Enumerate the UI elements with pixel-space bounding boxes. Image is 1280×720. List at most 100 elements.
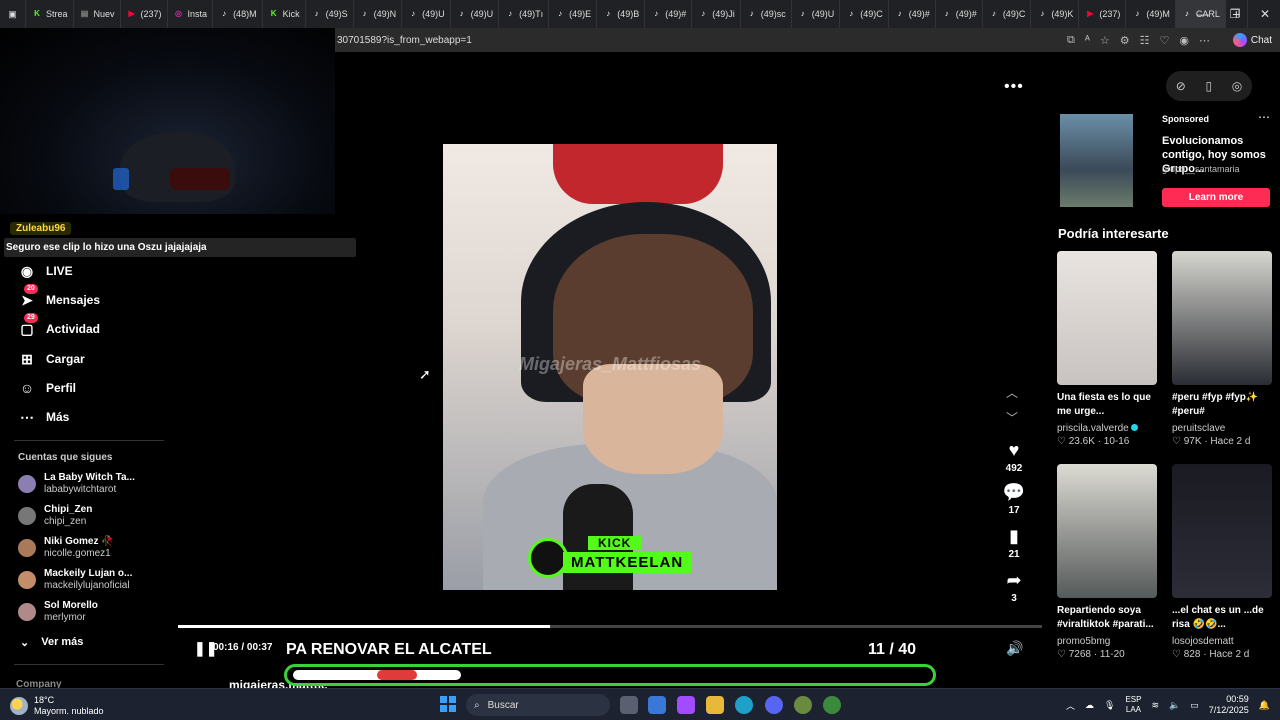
browser-tab[interactable]: ▶ (237) bbox=[121, 0, 168, 28]
compass-icon[interactable]: ⊘ bbox=[1176, 79, 1186, 93]
battery-icon[interactable]: ▭ bbox=[1190, 700, 1199, 711]
tab-actions-button[interactable]: ▣ bbox=[0, 0, 26, 28]
maximize-button[interactable]: ❐ bbox=[1218, 0, 1252, 28]
browser-tab[interactable]: ♪ (49)# bbox=[936, 0, 983, 28]
extensions-icon[interactable]: ⚙ bbox=[1120, 34, 1130, 47]
favorite-star-icon[interactable]: ☆ bbox=[1100, 34, 1110, 47]
user-avatar-icon[interactable]: ◎ bbox=[1232, 79, 1242, 93]
ad-handle[interactable]: grupo__santamaria bbox=[1162, 164, 1240, 174]
like-button[interactable]: ♥ 492 bbox=[1000, 440, 1028, 474]
app-icon[interactable] bbox=[794, 696, 812, 714]
browser-tab[interactable]: ♪ (49)U bbox=[402, 0, 451, 28]
browser-tab[interactable]: ♪ (49)U bbox=[451, 0, 500, 28]
file-explorer-icon[interactable] bbox=[706, 696, 724, 714]
notifications-icon[interactable]: 🔔 bbox=[1259, 700, 1270, 711]
learn-more-button[interactable]: Learn more bbox=[1162, 188, 1270, 207]
chrome-icon[interactable] bbox=[823, 696, 841, 714]
recommendation-title[interactable]: Una fiesta es lo que me urge... bbox=[1057, 391, 1161, 419]
following-item[interactable]: Niki Gomez 🥀 nicolle.gomez1 bbox=[18, 536, 114, 560]
recommendation-thumbnail[interactable] bbox=[1057, 464, 1157, 598]
sidebar-item-cargar[interactable]: ⊞ Cargar bbox=[18, 350, 85, 368]
browser-tab[interactable]: ♪ (48)M bbox=[213, 0, 263, 28]
recommendation-user[interactable]: priscila.valverde bbox=[1057, 423, 1138, 434]
browser-tab[interactable]: ◎ Insta bbox=[168, 0, 214, 28]
language-indicator[interactable]: ESP LAA bbox=[1125, 695, 1141, 715]
minimize-button[interactable]: — bbox=[1186, 0, 1220, 28]
browser-tab[interactable]: ▤ Nuev bbox=[74, 0, 121, 28]
show-hidden-icons-icon[interactable]: ︿ bbox=[1066, 699, 1075, 712]
video-frame[interactable]: Migajeras_Mattfiosas KICK MATTKEELAN bbox=[443, 144, 777, 590]
browser-tab[interactable]: ♪ (49)# bbox=[889, 0, 936, 28]
microphone-icon[interactable]: 🎙 bbox=[1104, 700, 1115, 711]
open-in-app-icon[interactable]: ⧉ bbox=[1067, 34, 1075, 47]
browser-tab[interactable]: ♪ (49)E bbox=[549, 0, 598, 28]
menu-dots-icon[interactable]: ⋯ bbox=[1199, 34, 1210, 47]
recommendation-user[interactable]: losojosdematt bbox=[1172, 636, 1234, 647]
browser-tab[interactable]: ♪ (49)N bbox=[354, 0, 403, 28]
see-more-button[interactable]: ⌄ Ver más bbox=[20, 636, 83, 649]
sidebar-item-mensajes[interactable]: ➤ 20 Mensajes bbox=[18, 284, 100, 309]
browser-tab[interactable]: ♪ (49)C bbox=[840, 0, 889, 28]
following-item[interactable]: Chipi_Zen chipi_zen bbox=[18, 504, 92, 528]
recommendation-thumbnail[interactable] bbox=[1057, 251, 1157, 385]
task-view-icon[interactable] bbox=[620, 696, 638, 714]
copilot-chat-button[interactable]: Chat bbox=[1232, 31, 1272, 49]
browser-tab[interactable]: ♪ (49)Tı bbox=[499, 0, 550, 28]
following-item[interactable]: La Baby Witch Ta... lababywitchtarot bbox=[18, 472, 135, 496]
comment-button[interactable]: 💬 17 bbox=[1000, 482, 1028, 516]
taskbar-clock[interactable]: 00:59 7/12/2025 bbox=[1209, 694, 1249, 716]
following-item[interactable]: Mackeily Lujan o... mackeilylujanoficial bbox=[18, 568, 132, 592]
ad-thumbnail[interactable] bbox=[1060, 114, 1133, 207]
save-button[interactable]: ▮ 21 bbox=[1000, 526, 1028, 560]
translate-icon[interactable]: ᴬ bbox=[1085, 34, 1090, 46]
browser-tab[interactable]: K Strea bbox=[26, 0, 74, 28]
start-button[interactable] bbox=[440, 696, 456, 712]
recommendation-title[interactable]: #peru #fyp #fyp✨ #peru# bbox=[1172, 391, 1276, 419]
sidebar-item-live[interactable]: ◉ LIVE bbox=[18, 262, 73, 280]
browser-tab[interactable]: ▶ (237) bbox=[1079, 0, 1127, 28]
browser-tab[interactable]: ♪ (49)C bbox=[983, 0, 1032, 28]
onedrive-icon[interactable]: ☁ bbox=[1085, 700, 1094, 711]
ad-more-options-icon[interactable]: ⋯ bbox=[1258, 110, 1270, 124]
recommendation-user[interactable]: peruitsclave bbox=[1172, 423, 1225, 434]
recommendation-title[interactable]: Repartiendo soya #viraltiktok #parati... bbox=[1057, 604, 1161, 632]
youtube-icon: ▶ bbox=[128, 9, 135, 18]
browser-tab[interactable]: ♪ (49)U bbox=[792, 0, 841, 28]
wifi-icon[interactable]: ≋ bbox=[1151, 700, 1159, 711]
discord-icon[interactable] bbox=[765, 696, 783, 714]
browser-tab[interactable]: ♪ (49)B bbox=[597, 0, 646, 28]
sidebar-item-más[interactable]: ⋯ Más bbox=[18, 408, 69, 426]
profile-avatar-icon[interactable]: ◉ bbox=[1179, 34, 1189, 47]
previous-video-arrow-icon[interactable]: ︿ bbox=[1006, 384, 1018, 401]
recommendation-thumbnail[interactable] bbox=[1172, 464, 1272, 598]
next-video-arrow-icon[interactable]: ﹀ bbox=[1006, 409, 1018, 426]
browser-tab[interactable]: ♪ (49)M bbox=[1126, 0, 1176, 28]
weather-widget[interactable]: 18°C Mayorm. nublado bbox=[10, 695, 104, 717]
browser-tab[interactable]: K Kick bbox=[263, 0, 306, 28]
browser-tab[interactable]: ♪ (49)S bbox=[306, 0, 354, 28]
taskbar-search[interactable]: ⌕ Buscar bbox=[466, 694, 610, 716]
recommendation-thumbnail[interactable] bbox=[1172, 251, 1272, 385]
edge-browser-icon[interactable] bbox=[735, 696, 753, 714]
url-text[interactable]: 30701589?is_from_webapp=1 bbox=[337, 35, 472, 46]
sidebar-item-perfil[interactable]: ☺ Perfil bbox=[18, 379, 76, 397]
address-bar[interactable]: 30701589?is_from_webapp=1 ⧉ ᴬ ☆ ⚙ ☷ ♡ ◉ … bbox=[335, 28, 1280, 52]
more-options-icon[interactable]: ••• bbox=[1004, 78, 1024, 96]
speaker-icon[interactable]: 🔈 bbox=[1169, 700, 1180, 711]
share-button[interactable]: ➦ 3 bbox=[1000, 570, 1028, 604]
store-icon[interactable] bbox=[648, 696, 666, 714]
browser-tab[interactable]: ♪ (49)sc bbox=[741, 0, 792, 28]
recommendation-title[interactable]: ...el chat es un ...de risa 🤣🤣... bbox=[1172, 604, 1276, 632]
browser-tab[interactable]: ♪ (49)Ji bbox=[692, 0, 741, 28]
copilot-app-icon[interactable] bbox=[677, 696, 695, 714]
browser-tab[interactable]: ♪ (49)# bbox=[645, 0, 693, 28]
volume-icon[interactable]: 🔊 bbox=[1006, 640, 1023, 657]
collections-icon[interactable]: ☷ bbox=[1140, 34, 1150, 47]
device-icon[interactable]: ▯ bbox=[1205, 79, 1212, 93]
close-window-button[interactable]: ✕ bbox=[1248, 0, 1280, 28]
recommendation-user[interactable]: promo5bmg bbox=[1057, 636, 1110, 647]
sidebar-item-actividad[interactable]: ▢ 29 Actividad bbox=[18, 313, 100, 338]
performance-heart-icon[interactable]: ♡ bbox=[1160, 34, 1170, 47]
following-item[interactable]: Sol Morello merlymor bbox=[18, 600, 98, 624]
browser-tab[interactable]: ♪ (49)K bbox=[1031, 0, 1080, 28]
